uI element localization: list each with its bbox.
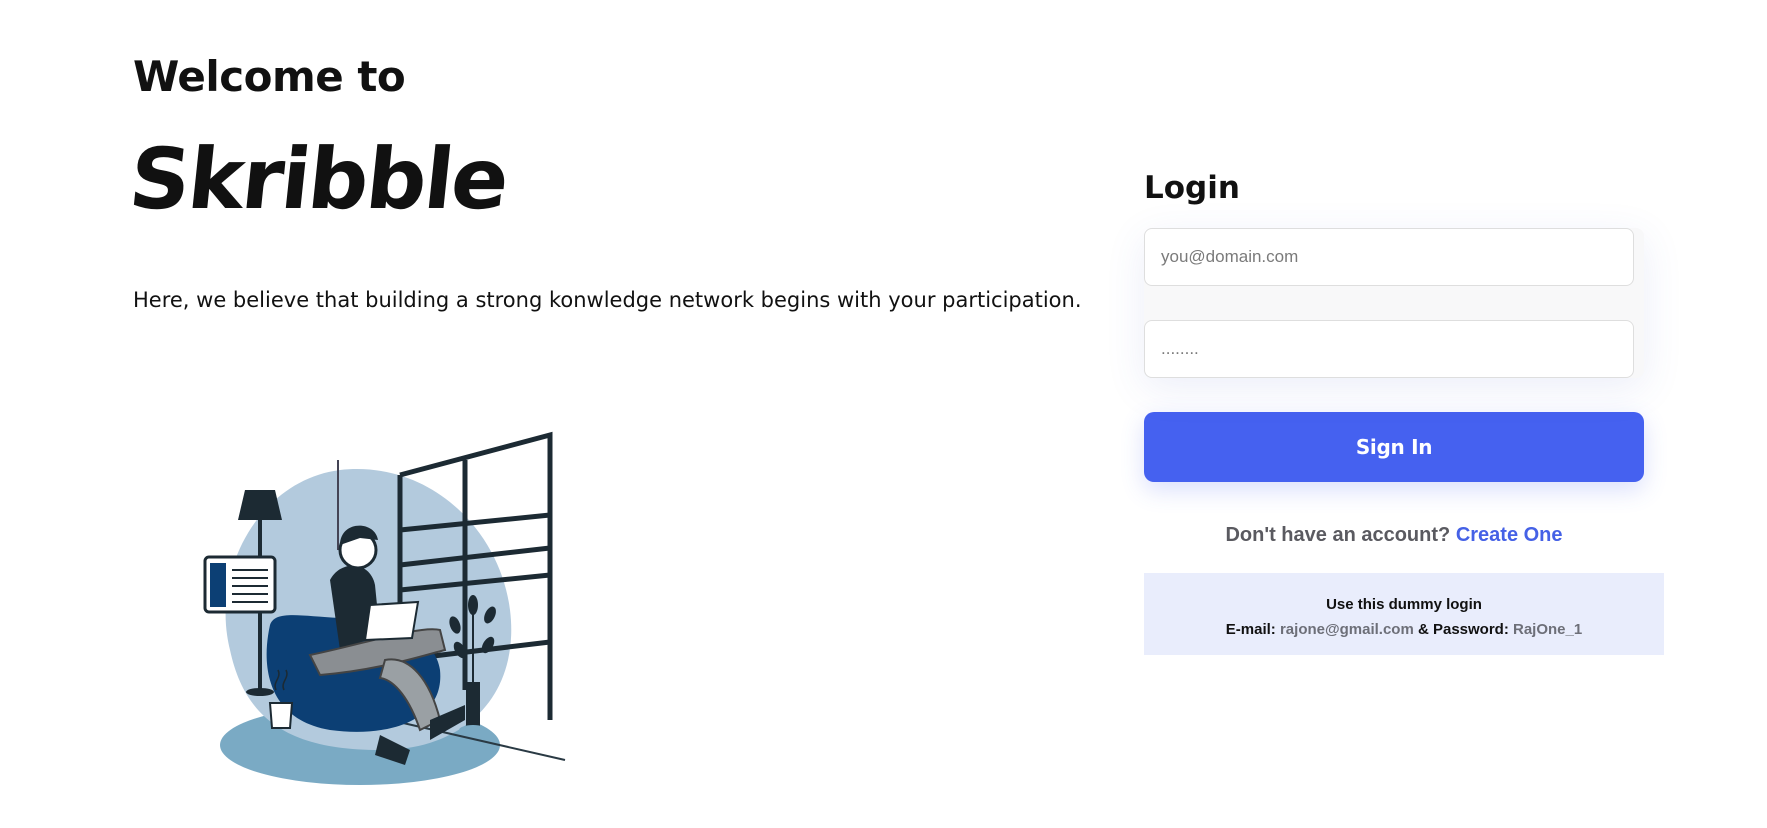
sign-in-button[interactable]: Sign In xyxy=(1144,412,1644,482)
person-reading-illustration xyxy=(190,420,590,810)
dummy-credentials: E-mail: rajone@gmail.com & Password: Raj… xyxy=(1144,617,1664,642)
email-input[interactable] xyxy=(1144,228,1634,286)
no-account-text: Don't have an account? xyxy=(1225,524,1451,546)
password-label: & Password: xyxy=(1417,621,1509,638)
brand-logo-text: Skribble xyxy=(124,130,512,228)
signup-prompt: Don't have an account? Create One xyxy=(1144,524,1644,547)
tagline: Here, we believe that building a strong … xyxy=(133,288,1082,312)
email-label: E-mail: xyxy=(1225,621,1276,638)
login-form xyxy=(1144,228,1644,378)
login-page: Welcome to Skribble Here, we believe tha… xyxy=(0,0,1767,828)
password-input[interactable] xyxy=(1144,320,1634,378)
welcome-heading: Welcome to xyxy=(133,52,406,101)
dummy-login-heading: Use this dummy login xyxy=(1326,596,1482,613)
dummy-email-value: rajone@gmail.com xyxy=(1279,621,1414,638)
dummy-password-value: RajOne_1 xyxy=(1513,621,1583,638)
login-title: Login xyxy=(1144,170,1240,206)
create-account-link[interactable]: Create One xyxy=(1456,524,1563,546)
dummy-login-box: Use this dummy login E-mail: rajone@gmai… xyxy=(1144,573,1664,655)
login-panel: Login Sign In Don't have an account? Cre… xyxy=(1144,170,1664,655)
